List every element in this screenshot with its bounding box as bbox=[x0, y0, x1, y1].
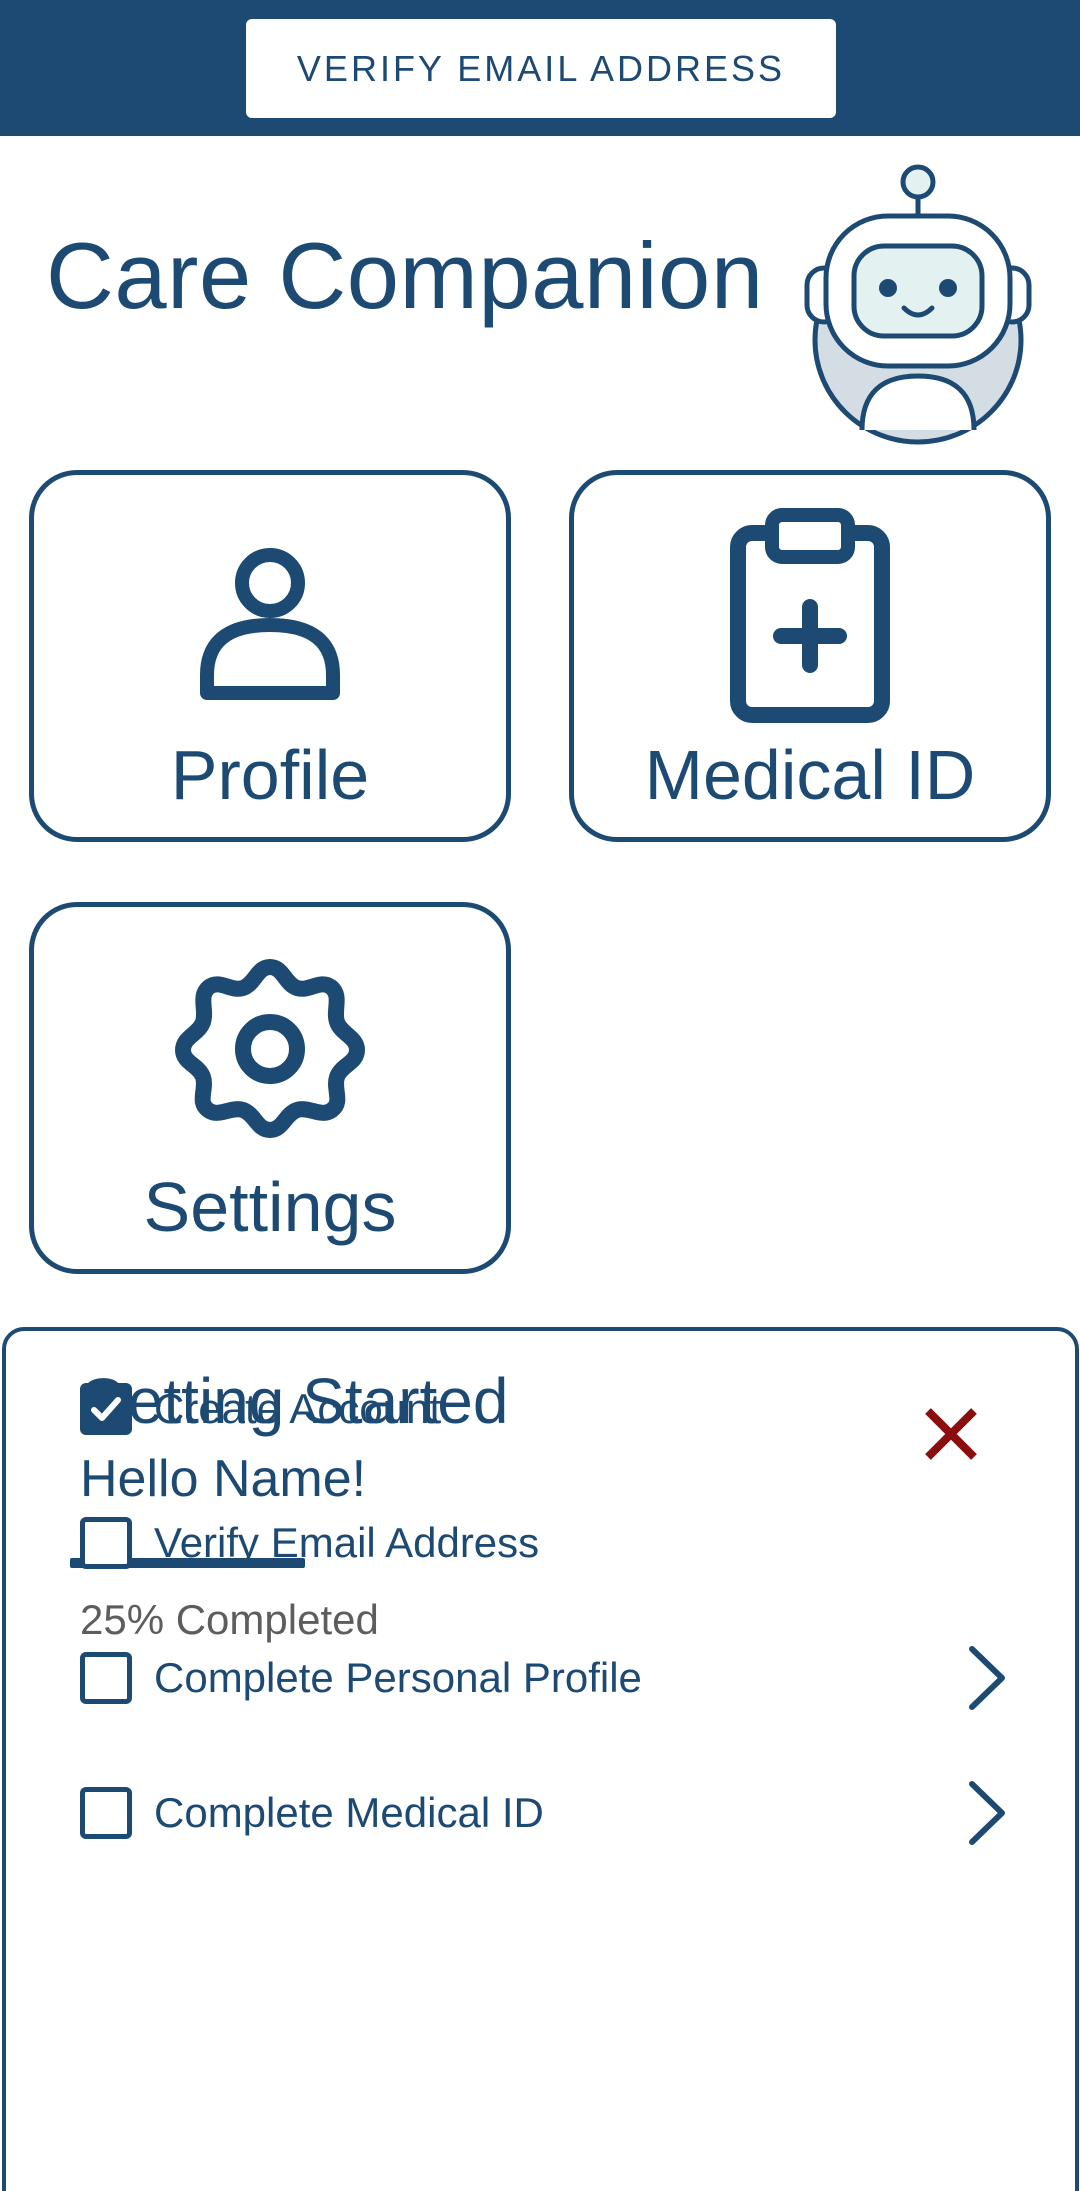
checkmark-icon bbox=[91, 1397, 121, 1421]
task-label: Create Account bbox=[154, 1385, 442, 1432]
profile-tile-label: Profile bbox=[170, 736, 370, 814]
top-banner: VERIFY EMAIL ADDRESS bbox=[0, 0, 1080, 136]
task-create-account[interactable]: Create Account bbox=[80, 1374, 1010, 1444]
progress-text: 25% Completed bbox=[80, 1596, 379, 1643]
greeting-text: Hello Name! bbox=[80, 1450, 367, 1508]
task-label: Complete Medical ID bbox=[154, 1789, 544, 1836]
checkbox[interactable] bbox=[80, 1652, 132, 1704]
gear-icon bbox=[175, 959, 365, 1138]
task-label: Verify Email Address bbox=[154, 1519, 540, 1566]
verify-email-button[interactable]: VERIFY EMAIL ADDRESS bbox=[246, 19, 836, 118]
chevron-right-icon[interactable] bbox=[950, 1778, 1020, 1848]
task-complete-personal-profile[interactable]: Complete Personal Profile bbox=[80, 1643, 1010, 1713]
settings-tile[interactable]: Settings bbox=[29, 902, 511, 1274]
profile-tile[interactable]: Profile bbox=[29, 470, 511, 842]
task-complete-medical-id[interactable]: Complete Medical ID bbox=[80, 1778, 1010, 1848]
medical-id-tile[interactable]: Medical ID bbox=[569, 470, 1051, 842]
settings-tile-label: Settings bbox=[143, 1168, 397, 1246]
app-title: Care Companion bbox=[46, 223, 764, 328]
checkbox[interactable] bbox=[80, 1517, 132, 1569]
person-icon bbox=[200, 548, 340, 700]
robot-mascot-icon bbox=[804, 164, 1032, 445]
task-label: Complete Personal Profile bbox=[154, 1654, 642, 1701]
task-verify-email[interactable]: Verify Email Address bbox=[80, 1508, 1010, 1578]
chevron-right-icon[interactable] bbox=[950, 1643, 1020, 1713]
checkbox[interactable] bbox=[80, 1787, 132, 1839]
clipboard-medical-icon bbox=[730, 508, 890, 723]
checkbox-checked[interactable] bbox=[80, 1383, 132, 1435]
getting-started-card: Getting Started Hello Name! 25% Complete… bbox=[2, 1327, 1079, 2191]
medical-id-tile-label: Medical ID bbox=[644, 736, 976, 814]
